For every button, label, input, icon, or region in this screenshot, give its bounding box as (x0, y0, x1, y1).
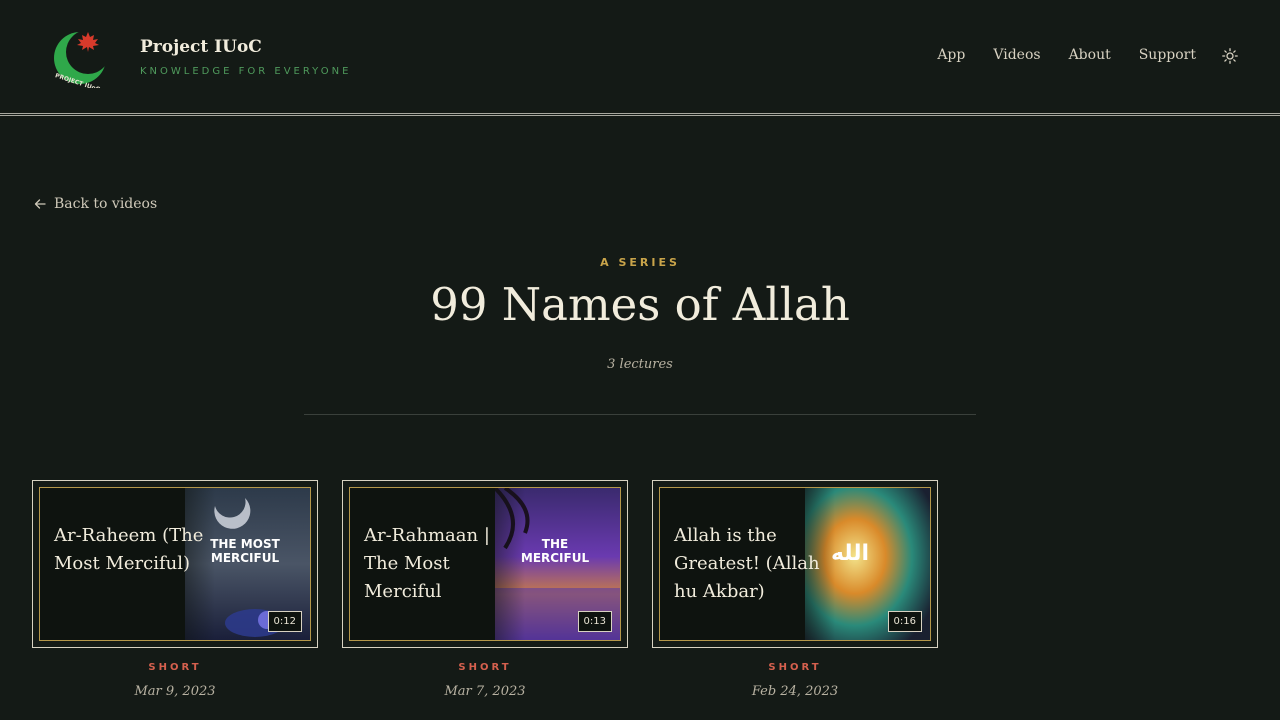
duration-badge: 0:13 (577, 611, 612, 632)
main-nav: App Videos About Support (909, 47, 1196, 63)
site-header: PROJECT IUoC Project IUoC KNOWLEDGE FOR … (0, 0, 1280, 116)
back-link-label: Back to videos (54, 196, 158, 212)
crescent-maple-leaf-logo[interactable]: PROJECT IUoC (50, 24, 114, 88)
back-to-videos-link[interactable]: Back to videos (34, 196, 157, 212)
page-title: 99 Names of Allah (430, 278, 850, 331)
nav-item-videos[interactable]: Videos (993, 47, 1040, 63)
lecture-count: 3 lectures (607, 357, 673, 372)
duration-badge: 0:16 (887, 611, 922, 632)
video-card[interactable]: THE MOST MERCIFUL Ar-Raheem (The Most Mer… (32, 480, 318, 648)
series-kicker: A SERIES (600, 256, 680, 269)
video-date: Feb 24, 2023 (751, 684, 839, 699)
video-thumbnail: الله Allah is the Greatest! (Allah hu Ak… (659, 487, 931, 641)
video-date: Mar 9, 2023 (134, 684, 216, 699)
arrow-left-icon (34, 199, 46, 209)
nav-item-app[interactable]: App (937, 47, 965, 63)
sun-icon[interactable] (1222, 48, 1238, 64)
video-card[interactable]: الله Allah is the Greatest! (Allah hu Ak… (652, 480, 938, 648)
divider (304, 414, 976, 415)
video-title: Allah is the Greatest! (Allah hu Akbar) (674, 525, 820, 602)
duration-badge: 0:12 (267, 611, 302, 632)
thumb-text: الله (831, 541, 869, 566)
video-thumbnail: THE MOST MERCIFUL Ar-Raheem (The Most Mer… (39, 487, 311, 641)
video-kind-label: SHORT (768, 662, 822, 673)
brand-tagline: KNOWLEDGE FOR EVERYONE (140, 66, 352, 77)
video-date: Mar 7, 2023 (444, 684, 526, 699)
video-card[interactable]: THE MERCIFUL Ar-Rahmaan | The Most Mercif… (342, 480, 628, 648)
nav-item-support[interactable]: Support (1139, 47, 1196, 63)
brand-name[interactable]: Project IUoC (140, 37, 262, 57)
video-thumbnail: THE MERCIFUL Ar-Rahmaan | The Most Mercif… (349, 487, 621, 641)
video-kind-label: SHORT (458, 662, 512, 673)
video-kind-label: SHORT (148, 662, 202, 673)
thumb-text: THE MOST MERCIFUL (210, 537, 280, 565)
nav-item-about[interactable]: About (1069, 47, 1111, 63)
video-title: Ar-Raheem (The Most Merciful) (54, 525, 204, 574)
video-title: Ar-Rahmaan | The Most Merciful (364, 525, 490, 602)
